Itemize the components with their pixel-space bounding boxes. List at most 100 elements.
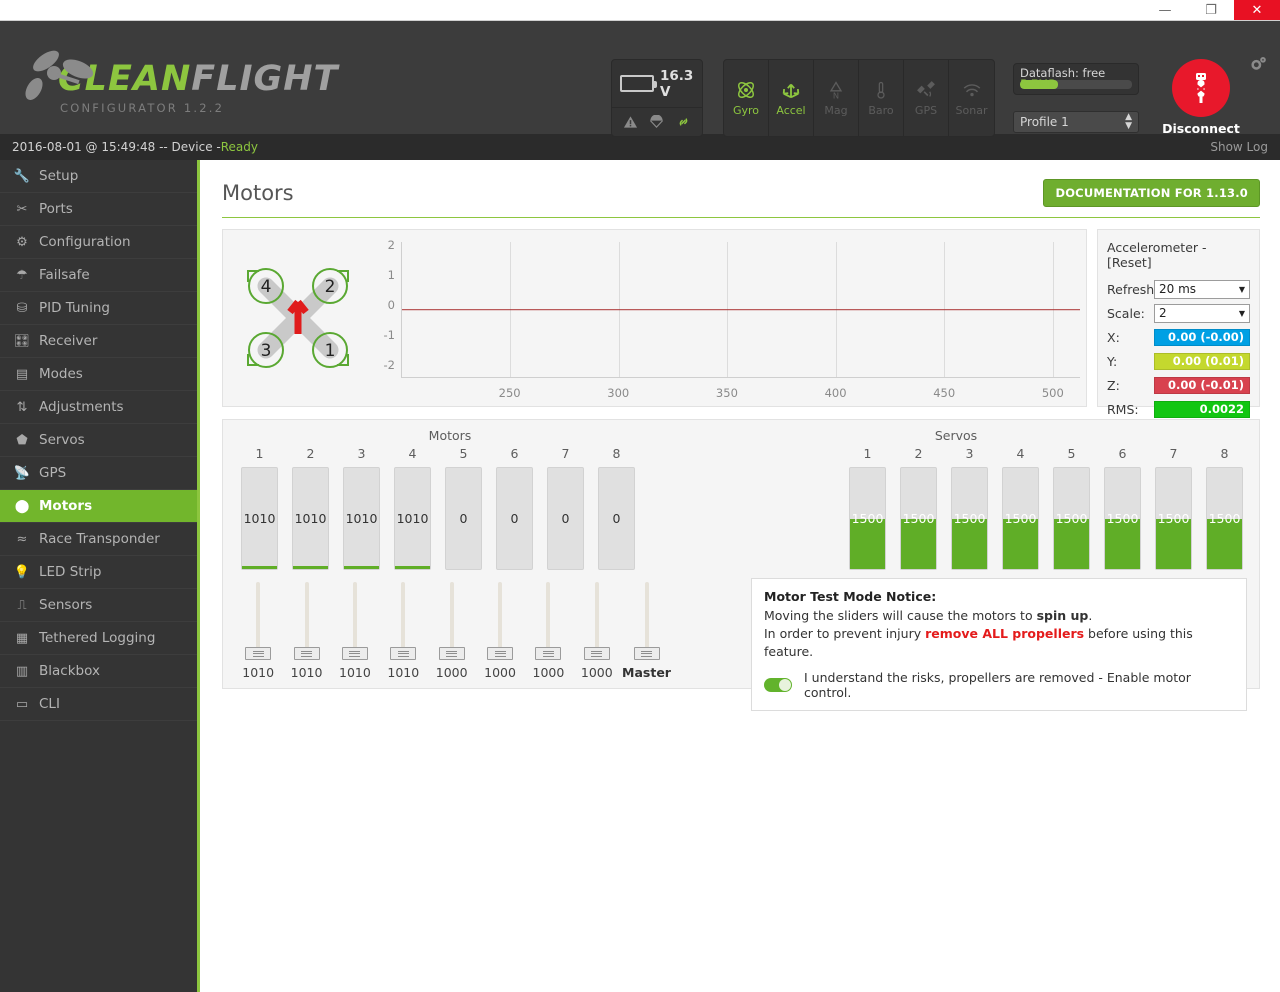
x-tick-500: 500 [1041, 386, 1064, 400]
servo-value-2: 1500 [902, 511, 935, 526]
motor-bar-3: 1010 [343, 467, 380, 570]
window-close-button[interactable]: ✕ [1234, 0, 1280, 20]
accel-rms-label: RMS: [1107, 401, 1139, 417]
sidebar-label-race-transponder: Race Transponder [39, 531, 160, 547]
motor-slider-2[interactable] [293, 582, 320, 660]
svg-text:4: 4 [261, 277, 272, 297]
motor-column-7: 7 0 [547, 446, 584, 570]
motor-slider-handle-7[interactable] [535, 647, 562, 660]
motor-slider-6[interactable] [487, 582, 514, 660]
motor-slider-value-2: 1010 [290, 665, 323, 680]
window-minimize-button[interactable]: — [1142, 0, 1188, 20]
sidebar-item-failsafe[interactable]: ☂ Failsafe [0, 259, 197, 292]
accel-scale-row: Scale: 2 ▼ [1107, 303, 1250, 323]
sidebar-label-motors: Motors [39, 498, 93, 514]
sidebar-item-cli[interactable]: ▭ CLI [0, 688, 197, 721]
servo-icon: ⬟ [16, 432, 28, 448]
gyro-icon [738, 82, 754, 98]
servo-index-4: 4 [1016, 446, 1025, 461]
accelerometer-title[interactable]: Accelerometer - [Reset] [1107, 240, 1250, 270]
motor-slider-handle-3[interactable] [341, 647, 368, 660]
motor-column-2: 2 1010 [292, 446, 329, 570]
show-log-link[interactable]: Show Log [1210, 140, 1268, 154]
disconnect-label: Disconnect [1162, 121, 1240, 136]
accel-refresh-label: Refresh: [1107, 281, 1159, 297]
servo-bar-7: 1500 [1155, 467, 1192, 570]
sidebar-item-receiver[interactable]: 🎛 Receiver [0, 325, 197, 358]
enable-motor-control-toggle[interactable] [764, 678, 792, 692]
motor-slider-1[interactable] [245, 582, 272, 660]
master-slider-label: Master [622, 665, 671, 680]
motor-slider-col-6: 1000 [483, 582, 517, 680]
sidebar-item-modes[interactable]: ▤ Modes [0, 358, 197, 391]
motor-slider-handle-1[interactable] [245, 647, 272, 660]
sidebar-item-configuration[interactable]: ⚙ Configuration [0, 226, 197, 259]
settings-gear-icon[interactable] [1248, 54, 1268, 78]
sidebar-label-ports: Ports [39, 201, 73, 217]
chevron-down-icon: ▼ [1238, 308, 1245, 318]
master-slider[interactable] [633, 582, 660, 660]
sidebar-item-led-strip[interactable]: 💡 LED Strip [0, 556, 197, 589]
sidebar-item-pid-tuning[interactable]: ⛁ PID Tuning [0, 292, 197, 325]
sidebar-item-adjustments[interactable]: ⇅ Adjustments [0, 391, 197, 424]
sensor-mag: N Mag [814, 60, 859, 136]
sensor-status-bar: Gyro Accel N Mag Baro GPS Sonar [723, 59, 995, 137]
motor-slider-handle-5[interactable] [438, 647, 465, 660]
sidebar-item-blackbox[interactable]: ▥ Blackbox [0, 655, 197, 688]
thermometer-icon [877, 81, 885, 99]
motor-value-2: 1010 [294, 511, 327, 526]
sidebar-item-motors[interactable]: ⬤ Motors [0, 490, 197, 523]
motor-slider-5[interactable] [438, 582, 465, 660]
motor-slider-8[interactable] [583, 582, 610, 660]
dataflash-panel: Dataflash: free 5.7MB [1013, 63, 1139, 95]
motor-index-6: 6 [510, 446, 519, 461]
sidebar-item-gps[interactable]: 📡 GPS [0, 457, 197, 490]
motor-index-4: 4 [408, 446, 417, 461]
disconnect-circle [1172, 59, 1230, 117]
motor-slider-3[interactable] [341, 582, 368, 660]
motor-slider-value-1: 1010 [242, 665, 275, 680]
graph-card: 4 2 3 1 2 1 0 -1 -2 250 300 350 400 450 … [222, 229, 1087, 407]
sensor-baro-label: Baro [868, 104, 894, 117]
sidebar-item-ports[interactable]: ✂ Ports [0, 193, 197, 226]
disconnect-button[interactable]: Disconnect [1162, 59, 1240, 136]
motor-column-6: 6 0 [496, 446, 533, 570]
window-maximize-button[interactable]: ❐ [1188, 0, 1234, 20]
motor-bar-5: 0 [445, 467, 482, 570]
servo-bar-3: 1500 [951, 467, 988, 570]
motor-slider-handle-6[interactable] [487, 647, 514, 660]
propeller-logo-icon [25, 50, 94, 100]
motor-slider-handle-4[interactable] [390, 647, 417, 660]
notice-line1-c: . [1088, 608, 1093, 623]
sidebar-item-race-transponder[interactable]: ≈ Race Transponder [0, 523, 197, 556]
documentation-button[interactable]: DOCUMENTATION FOR 1.13.0 [1043, 179, 1260, 207]
sidebar-navigation: 🔧 Setup ✂ Ports ⚙ Configuration ☂ Failsa… [0, 160, 200, 992]
battery-icon [620, 75, 657, 92]
servo-index-3: 3 [965, 446, 974, 461]
device-status-bar: 2016-08-01 @ 15:49:48 -- Device - Ready … [0, 134, 1280, 160]
motor-slider-4[interactable] [390, 582, 417, 660]
sensor-sonar-label: Sonar [955, 104, 988, 117]
motor-slider-7[interactable] [535, 582, 562, 660]
sidebar-item-sensors[interactable]: ⎍ Sensors [0, 589, 197, 622]
notice-line2-b: remove ALL propellers [925, 626, 1085, 641]
accel-refresh-dropdown[interactable]: 20 ms ▼ [1154, 279, 1250, 299]
window-titlebar: — ❐ ✕ [0, 0, 1280, 21]
battery-voltage-row: 16.3 V [612, 60, 702, 108]
profile-value: Profile 1 [1020, 115, 1069, 129]
sensor-mag-label: Mag [824, 104, 848, 117]
motor-column-1: 1 1010 [241, 446, 278, 570]
accel-y-row: Y: 0.00 (0.01) [1107, 351, 1250, 371]
status-message: 2016-08-01 @ 15:49:48 -- Device - [12, 140, 221, 154]
motor-slider-handle-2[interactable] [293, 647, 320, 660]
motor-slider-handle-8[interactable] [583, 647, 610, 660]
profile-dropdown[interactable]: Profile 1 ▲ ▼ [1013, 111, 1139, 133]
sidebar-item-setup[interactable]: 🔧 Setup [0, 160, 197, 193]
sidebar-item-servos[interactable]: ⬟ Servos [0, 424, 197, 457]
x-tick-400: 400 [824, 386, 847, 400]
sidebar-item-tethered-logging[interactable]: ▦ Tethered Logging [0, 622, 197, 655]
enable-motor-control-label: I understand the risks, propellers are r… [804, 670, 1191, 700]
servo-bar-2: 1500 [900, 467, 937, 570]
master-slider-handle[interactable] [633, 647, 660, 660]
accel-scale-dropdown[interactable]: 2 ▼ [1154, 303, 1250, 323]
